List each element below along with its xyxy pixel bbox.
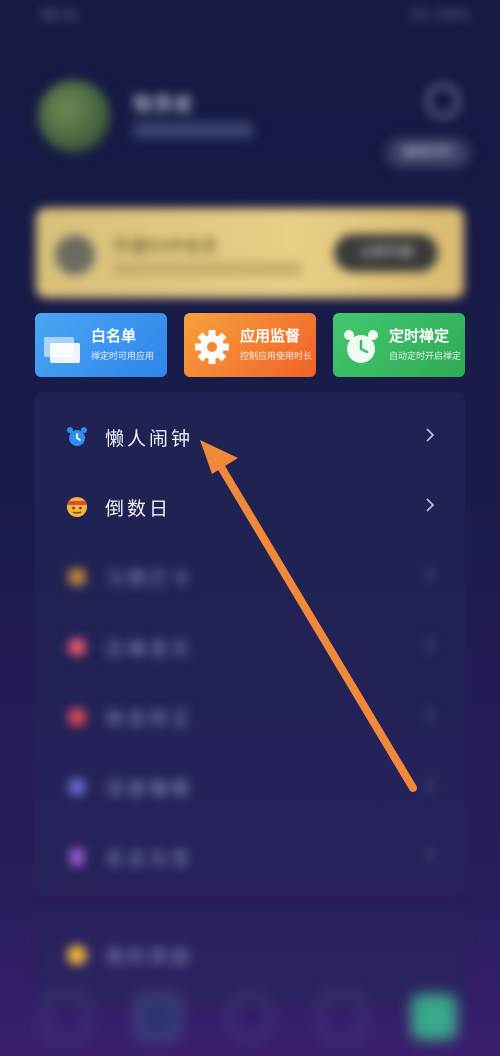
tab-stats-icon[interactable] (319, 994, 365, 1040)
list-item-label: 深度睡眠 (105, 778, 194, 800)
status-time: 08:41 (40, 8, 81, 24)
list-item-label: 习惯打卡 (105, 568, 194, 590)
emoji-icon (67, 497, 87, 517)
list-item-white-noise[interactable]: 白噪音乐 (35, 608, 465, 678)
bottom-tab-bar (0, 978, 500, 1056)
list-item-rewards[interactable]: 我的奖励 (35, 916, 465, 986)
alarm-clock-icon (344, 330, 378, 363)
posture-icon (68, 708, 86, 726)
tools-list: 懒人闹钟 倒数日 习惯打卡 白噪音乐 体态矫正 深度睡眠 名言日签 (35, 392, 465, 892)
tab-home-icon[interactable] (43, 994, 89, 1040)
list-item-label: 我的奖励 (105, 946, 194, 968)
app-supervision-card[interactable]: 应用监督 控制应用使用时长 (184, 313, 316, 377)
chevron-right-icon (426, 778, 435, 792)
list-item-habit[interactable]: 习惯打卡 (35, 538, 465, 608)
feature-cards: 白名单 禅定时可用应用 应用监督 控制应用使用时长 定时禅定 自动定时开启禅定 (35, 313, 465, 377)
status-bar: 08:41 5G 100% (40, 8, 470, 28)
alarm-icon (67, 427, 87, 446)
list-item-deep-sleep[interactable]: 深度睡眠 (35, 748, 465, 818)
vip-open-button[interactable]: 立即开通 (334, 234, 438, 272)
card-subtitle: 禅定时可用应用 (91, 352, 155, 362)
vip-icon (54, 234, 96, 276)
avatar[interactable] (38, 80, 110, 152)
chevron-right-icon (426, 708, 435, 722)
windows-icon (44, 337, 80, 363)
chevron-right-icon (426, 848, 435, 862)
list-item-label: 名言日签 (105, 848, 194, 870)
chevron-right-icon (426, 498, 435, 512)
user-subtitle (133, 122, 253, 138)
profile-header: 敬畏者 编辑资料 (38, 80, 470, 168)
settings-icon[interactable] (426, 84, 460, 118)
coin-icon (67, 945, 87, 965)
moon-icon (68, 778, 86, 796)
card-title: 白名单 (91, 327, 137, 345)
chevron-right-icon (426, 638, 435, 652)
list-item-label: 倒数日 (105, 498, 172, 520)
vip-title: 开通SVIP会员 (112, 237, 218, 257)
card-title: 定时禅定 (389, 327, 450, 345)
gear-icon (195, 330, 229, 364)
music-icon (68, 638, 86, 656)
vip-banner[interactable]: 开通SVIP会员 立即开通 (36, 208, 464, 298)
card-subtitle: 自动定时开启禅定 (389, 352, 462, 362)
tab-profile-icon[interactable] (411, 994, 457, 1040)
username: 敬畏者 (133, 92, 193, 116)
edit-profile-button[interactable]: 编辑资料 (386, 138, 470, 168)
checkin-icon (68, 568, 86, 586)
list-item-label: 体态矫正 (105, 708, 194, 730)
tab-focus-icon[interactable] (135, 994, 181, 1040)
list-item-lazy-alarm[interactable]: 懒人闹钟 (35, 398, 465, 468)
list-item-label: 懒人闹钟 (105, 428, 194, 450)
tab-discover-icon[interactable] (227, 994, 273, 1040)
list-item-countdown[interactable]: 倒数日 (35, 468, 465, 538)
chevron-right-icon (426, 568, 435, 582)
chevron-right-icon (426, 428, 435, 442)
list-item-label: 白噪音乐 (105, 638, 194, 660)
timed-focus-card[interactable]: 定时禅定 自动定时开启禅定 (333, 313, 465, 377)
card-title: 应用监督 (240, 327, 301, 345)
note-icon (70, 848, 84, 866)
list-item-quotes[interactable]: 名言日签 (35, 818, 465, 888)
whitelist-card[interactable]: 白名单 禅定时可用应用 (35, 313, 167, 377)
status-indicators: 5G 100% (410, 8, 470, 23)
list-item-posture[interactable]: 体态矫正 (35, 678, 465, 748)
vip-subtitle (112, 262, 302, 276)
card-subtitle: 控制应用使用时长 (240, 352, 313, 362)
